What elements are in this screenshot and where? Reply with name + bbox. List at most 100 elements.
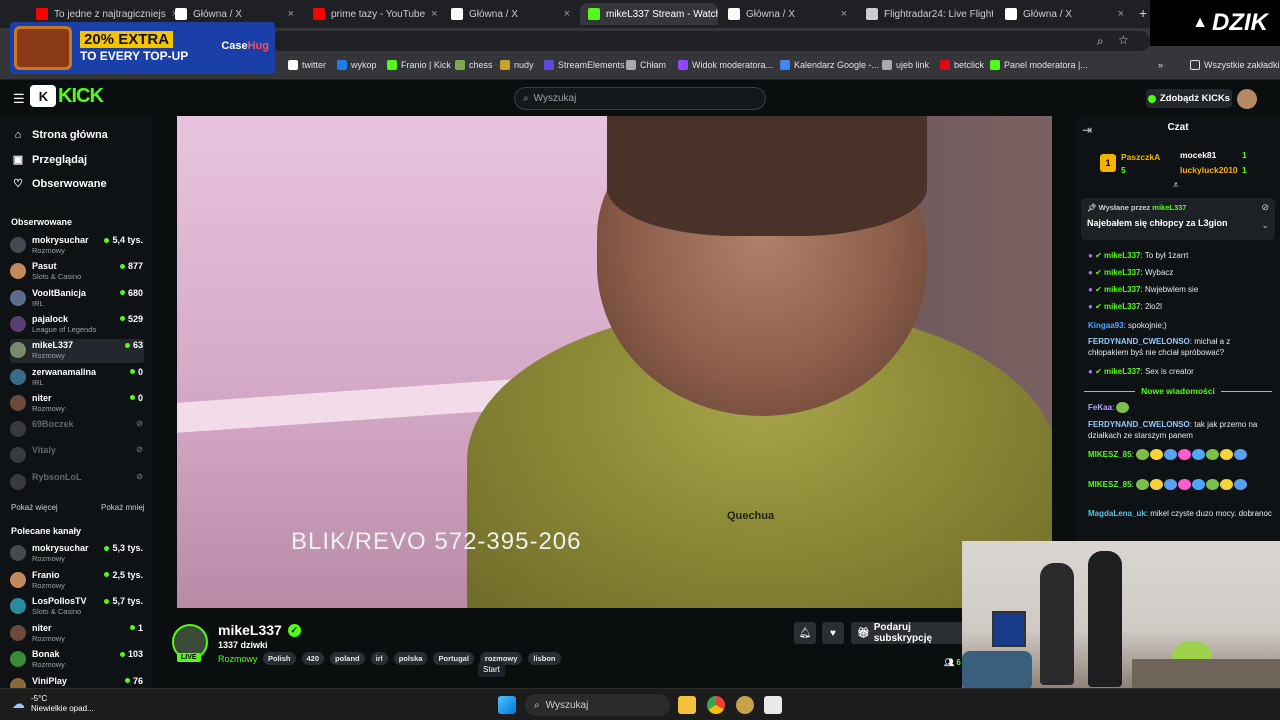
channel-item[interactable]: mikeL337 Rozmowy 63 — [10, 339, 144, 364]
channel-item[interactable]: mokrysuchar Rozmowy 5,3 tys. — [10, 542, 144, 566]
tab-close-icon[interactable]: × — [288, 8, 294, 20]
browser-tab[interactable]: prime tazy - YouTube × — [305, 3, 440, 25]
browser-tab[interactable]: Flightradar24: Live Flight× — [858, 3, 993, 25]
chat-message[interactable]: MIKESZ_85: — [1088, 479, 1272, 491]
bookmark-item[interactable]: Franio | Kick — [387, 60, 451, 70]
bookmark-item[interactable]: Widok moderatora... — [678, 60, 773, 70]
taskbar-search[interactable]: ⌕ Wyszukaj — [525, 694, 670, 716]
channel-item[interactable]: Franio Rozmowy 2,5 tys. — [10, 569, 144, 593]
notification-bell-button[interactable]: 🔔︎ — [794, 622, 816, 644]
chat-message[interactable]: ● ✔ mikeL337: 2lo2l — [1088, 301, 1272, 312]
bookmark-item[interactable]: Chłam — [626, 60, 666, 70]
channel-item[interactable]: niter Rozmowy 0 — [10, 392, 144, 416]
leaderboard-user-3[interactable]: luckyluck2010 — [1180, 165, 1238, 175]
follow-button[interactable]: ♥ — [822, 622, 844, 644]
streamer-name[interactable]: mikeL337 — [218, 622, 282, 638]
stream-tag[interactable]: polska — [393, 652, 428, 665]
chat-username[interactable]: MIKESZ_85 — [1088, 480, 1132, 489]
gift-subscription-button[interactable]: 🎁︎ Podaruj subskrypcję — [851, 622, 963, 644]
video-player[interactable]: Quechua BLIK/REVO 572-395-206 — [177, 116, 1052, 608]
tab-close-icon[interactable]: × — [564, 8, 570, 20]
show-less-button[interactable]: Pokaż mniej — [101, 503, 145, 512]
chat-message[interactable]: ● ✔ mikeL337: Nwjebwlem sie — [1088, 284, 1272, 295]
browser-tab[interactable]: Główna / X × — [720, 3, 855, 25]
pinned-message[interactable]: 📌︎ Wysłane przez mikeL337 Najebałem się … — [1081, 198, 1275, 240]
browser-tab[interactable]: mikeL337 Stream - Watch× — [580, 3, 718, 25]
snipping-tool-icon[interactable] — [764, 696, 782, 714]
file-explorer-icon[interactable] — [678, 696, 696, 714]
chat-username[interactable]: mikeL337 — [1104, 302, 1140, 311]
channel-item[interactable]: Vitaly ⊘ — [10, 444, 144, 468]
show-more-button[interactable]: Pokaż więcej — [11, 503, 58, 512]
chat-message[interactable]: MagdaLena_uk: mikel czyste duzo mocy. do… — [1088, 508, 1272, 519]
channel-item[interactable]: zerwanamalina IRL 0 — [10, 366, 144, 390]
tab-close-icon[interactable]: × — [841, 8, 847, 20]
channel-item[interactable]: LosPollosTV Slots & Casino 5,7 tys. — [10, 595, 144, 619]
chevron-down-icon[interactable]: ⌄ — [1261, 220, 1269, 231]
hamburger-menu-icon[interactable]: ☰ — [13, 91, 25, 107]
search-input[interactable]: ⌕ Wyszukaj — [514, 87, 766, 110]
bookmark-item[interactable]: Panel moderatora |... — [990, 60, 1088, 70]
bookmark-star-icon[interactable]: ☆ — [1118, 33, 1129, 47]
bookmark-item[interactable]: wykop — [337, 60, 377, 70]
chat-message[interactable]: MIKESZ_85: — [1088, 449, 1272, 461]
tab-close-icon[interactable]: × — [1118, 8, 1124, 20]
chat-username[interactable]: mikeL337 — [1104, 251, 1140, 260]
new-tab-button[interactable]: + — [1139, 5, 1147, 21]
channel-item[interactable]: VooltBanicja IRL 680 — [10, 287, 144, 311]
chat-message[interactable]: FERDYNAND_CWELONSO: michał a z chłopakie… — [1088, 336, 1272, 358]
chat-username[interactable]: Kingaa93 — [1088, 321, 1124, 330]
bookmark-item[interactable]: chess — [455, 60, 493, 70]
filter-icon[interactable]: ⩡ — [1173, 180, 1179, 191]
channel-item[interactable]: pajalock League of Legends 529 — [10, 313, 144, 337]
weather-widget[interactable]: ☁ -5°C Niewielkie opad... — [12, 694, 94, 714]
channel-item[interactable]: RybsonLoL ⊘ — [10, 471, 144, 495]
nav-item[interactable]: ▣ Przeglądaj — [12, 153, 87, 167]
leaderboard-user-2[interactable]: mocek81 — [1180, 150, 1216, 160]
chat-username[interactable]: mikeL337 — [1104, 268, 1140, 277]
stream-category[interactable]: Rozmowy — [218, 654, 258, 664]
chat-message[interactable]: Kingaa93: spokojnie;) — [1088, 320, 1272, 331]
chat-message[interactable]: FeKaa: — [1088, 402, 1272, 414]
chat-username[interactable]: FERDYNAND_CWELONSO — [1088, 420, 1190, 429]
chat-message[interactable]: FERDYNAND_CWELONSO: tak jak przemo na dz… — [1088, 419, 1272, 441]
chat-message[interactable]: ● ✔ mikeL337: Sex is creator — [1088, 366, 1272, 377]
stream-tag[interactable]: lisbon — [528, 652, 561, 665]
address-bar[interactable] — [270, 31, 1150, 51]
channel-item[interactable]: mokrysuchar Rozmowy 5,4 tys. — [10, 234, 144, 258]
channel-item[interactable]: 69Boczek ⊘ — [10, 418, 144, 442]
windows-start-icon[interactable] — [498, 696, 516, 714]
casehug-ad-banner[interactable]: 20% EXTRA TO EVERY TOP-UP CaseHug — [10, 22, 275, 74]
app-icon[interactable] — [736, 696, 754, 714]
nav-item[interactable]: ⌂ Strona główna — [12, 129, 108, 141]
stream-tag[interactable]: poland — [330, 652, 365, 665]
stream-tag[interactable]: 420 — [301, 652, 325, 665]
bookmark-item[interactable]: betclick — [940, 60, 984, 70]
bookmark-item[interactable]: Kalendarz Google -... — [780, 60, 879, 70]
kick-logo[interactable]: K KICK — [30, 84, 104, 108]
browser-tab[interactable]: Główna / X × — [997, 3, 1132, 25]
browser-tab[interactable]: Główna / X × — [443, 3, 578, 25]
chat-message[interactable]: ● ✔ mikeL337: To był 1zarrt — [1088, 250, 1272, 261]
nav-item[interactable]: ♡ Obserwowane — [12, 177, 107, 191]
channel-item[interactable]: Pasut Slots & Casino 877 — [10, 260, 144, 284]
stream-tag[interactable]: Portugal — [433, 652, 474, 665]
chat-username[interactable]: FERDYNAND_CWELONSO — [1088, 337, 1190, 346]
zoom-icon[interactable]: ⌕ — [1097, 34, 1104, 49]
get-kicks-button[interactable]: Zdobądź KICKs — [1146, 89, 1232, 108]
chrome-icon[interactable] — [707, 696, 725, 714]
user-avatar[interactable] — [1237, 89, 1257, 109]
channel-item[interactable]: niter Rozmowy 1 — [10, 622, 144, 646]
chat-message[interactable]: ● ✔ mikeL337: Wybacz — [1088, 267, 1272, 278]
leaderboard-user-1[interactable]: PaszczkA — [1121, 152, 1160, 162]
all-bookmarks-button[interactable]: Wszystkie zakładki — [1190, 60, 1280, 70]
chat-username[interactable]: FeKaa — [1088, 403, 1112, 412]
bookmark-item[interactable]: nudy — [500, 60, 534, 70]
chat-username[interactable]: MagdaLena_uk — [1088, 509, 1146, 518]
channel-item[interactable]: Bonak Rozmowy 103 — [10, 648, 144, 672]
bookmarks-more-button[interactable]: » — [1158, 60, 1163, 70]
bookmark-item[interactable]: ujeb link — [882, 60, 929, 70]
chat-username[interactable]: mikeL337 — [1104, 367, 1140, 376]
stream-tag[interactable]: Polish — [263, 652, 296, 665]
chat-username[interactable]: MIKESZ_85 — [1088, 450, 1132, 459]
